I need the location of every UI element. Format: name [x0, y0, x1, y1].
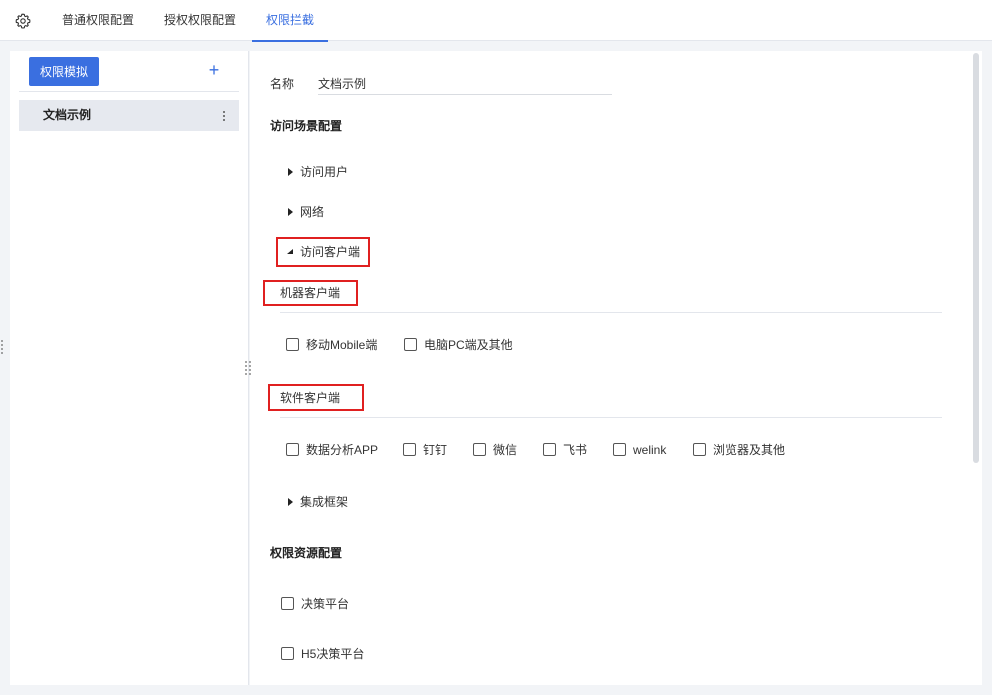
- checkbox-label: 钉钉: [423, 443, 448, 457]
- checkbox-box[interactable]: [281, 597, 294, 610]
- caret-right-icon: [288, 208, 293, 216]
- plus-icon[interactable]: +: [205, 59, 223, 81]
- config-panel: [250, 51, 982, 685]
- tree-node-label: 网络: [300, 205, 325, 219]
- caret-down-icon: [287, 249, 293, 254]
- checkbox-label: 浏览器及其他: [713, 443, 786, 457]
- checkbox-box[interactable]: [281, 647, 294, 660]
- left-panel-divider: [19, 91, 239, 92]
- machine-client-divider: [280, 312, 942, 313]
- sidebar-item-doc-example[interactable]: 文档示例: [19, 100, 239, 131]
- checkbox-box[interactable]: [404, 338, 417, 351]
- outer-resize-handle[interactable]: [0, 338, 4, 356]
- checkbox-box[interactable]: [693, 443, 706, 456]
- checkbox-box[interactable]: [403, 443, 416, 456]
- tab-general-permission[interactable]: 普通权限配置: [62, 0, 134, 41]
- sidebar-item-label: 文档示例: [43, 108, 92, 122]
- checkbox-label: welink: [633, 443, 667, 457]
- software-client-title: 软件客户端: [280, 391, 341, 405]
- permission-simulate-button[interactable]: 权限模拟: [29, 57, 99, 86]
- tree-node-label: 访问客户端: [300, 245, 361, 259]
- checkbox-box[interactable]: [543, 443, 556, 456]
- caret-right-icon: [288, 498, 293, 506]
- gear-icon[interactable]: [15, 13, 31, 29]
- checkbox-label: 数据分析APP: [306, 443, 379, 457]
- checkbox-box[interactable]: [613, 443, 626, 456]
- checkbox-label: H5决策平台: [301, 647, 365, 661]
- name-field[interactable]: 文档示例: [318, 75, 366, 92]
- tab-grant-permission[interactable]: 授权权限配置: [164, 0, 236, 41]
- tree-node-label: 访问用户: [300, 165, 349, 179]
- name-label: 名称: [270, 77, 295, 91]
- machine-client-title: 机器客户端: [280, 286, 341, 300]
- software-client-divider: [280, 417, 942, 418]
- checkbox-label: 飞书: [563, 443, 588, 457]
- checkbox-box[interactable]: [286, 443, 299, 456]
- tree-node-label: 集成框架: [300, 495, 349, 509]
- checkbox-box[interactable]: [286, 338, 299, 351]
- checkbox-label: 电脑PC端及其他: [424, 338, 513, 352]
- checkbox-label: 微信: [493, 443, 518, 457]
- vertical-scrollbar[interactable]: [973, 53, 979, 463]
- caret-right-icon: [288, 168, 293, 176]
- checkbox-label: 移动Mobile端: [306, 338, 378, 352]
- checkbox-label: 决策平台: [301, 597, 350, 611]
- more-vertical-icon[interactable]: [218, 109, 230, 123]
- top-tab-bar: 普通权限配置 授权权限配置 权限拦截: [0, 0, 992, 42]
- checkbox-box[interactable]: [473, 443, 486, 456]
- tab-permission-intercept[interactable]: 权限拦截: [251, 0, 329, 42]
- permission-resource-title: 权限资源配置: [270, 546, 343, 560]
- name-field-underline: [318, 94, 612, 95]
- panel-resize-handle[interactable]: [244, 360, 252, 376]
- access-scene-title: 访问场景配置: [270, 119, 343, 133]
- left-panel: 权限模拟 + 文档示例: [10, 51, 249, 685]
